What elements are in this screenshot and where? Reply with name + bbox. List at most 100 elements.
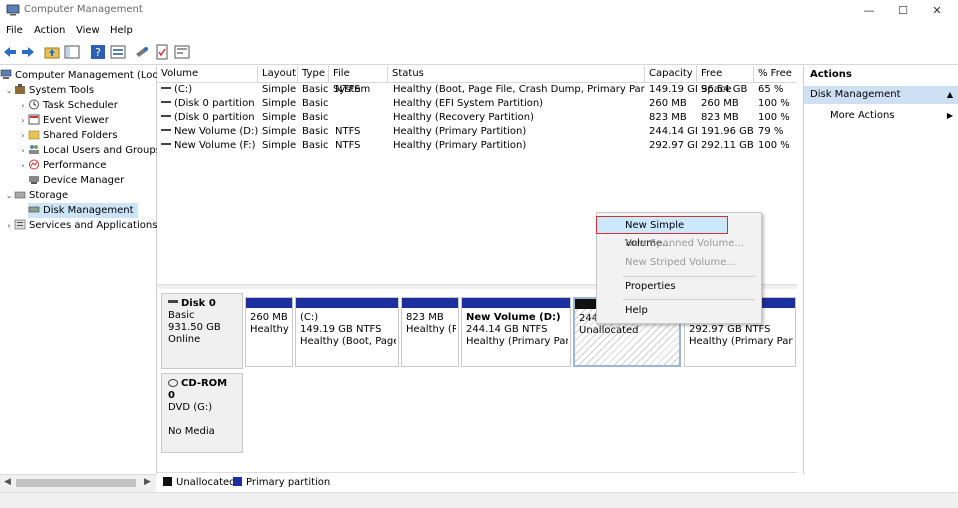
menu-item-new-striped-volume[interactable]: New Striped Volume...: [597, 254, 761, 272]
cell-layout: Simple: [262, 84, 297, 95]
cell-free-space: 260 MB: [701, 98, 739, 109]
column-header-percent-free[interactable]: % Free: [754, 66, 797, 82]
table-row[interactable]: (C:) Simple Basic NTFS Healthy (Boot, Pa…: [157, 83, 797, 97]
partition-line: Healthy: [250, 324, 289, 335]
cell-file-system: NTFS: [335, 140, 361, 151]
tree-label: Storage: [29, 190, 69, 201]
table-row[interactable]: New Volume (F:) Simple Basic NTFS Health…: [157, 139, 797, 153]
minimize-button[interactable]: —: [852, 0, 886, 22]
cell-status: Healthy (Primary Partition): [393, 126, 527, 137]
column-header-layout[interactable]: Layout: [258, 66, 298, 82]
show-hide-tree-icon[interactable]: [64, 44, 80, 60]
column-header-free-space[interactable]: Free Space: [697, 66, 754, 95]
cell-volume: (Disk 0 partition 1): [161, 97, 258, 111]
tree-item-device-manager[interactable]: Device Manager: [28, 173, 124, 188]
tree-label: Disk Management: [43, 205, 134, 216]
tree-item-services[interactable]: › Services and Applications: [4, 218, 157, 233]
partition-recovery[interactable]: 823 MB Healthy (R: [401, 297, 459, 367]
cell-free-space: 191.96 GB: [701, 126, 754, 137]
cell-capacity: 244.14 GB: [649, 126, 697, 137]
scroll-right-icon[interactable]: ▶: [144, 477, 151, 487]
cell-percent-free: 100 %: [758, 112, 790, 123]
table-row[interactable]: (Disk 0 partition 4) Simple Basic Health…: [157, 111, 797, 125]
tree-item-shared-folders[interactable]: › Shared Folders: [18, 128, 117, 143]
volume-icon: [161, 87, 171, 89]
cdrom-title: CD-ROM 0: [168, 378, 236, 402]
chevron-down-icon[interactable]: ⌄: [4, 188, 14, 203]
help-icon[interactable]: ?: [90, 44, 106, 60]
primary-swatch: [233, 477, 242, 486]
chevron-down-icon[interactable]: ⌄: [4, 83, 14, 98]
actions-section-disk-management[interactable]: Disk Management ▲: [804, 86, 958, 104]
scroll-left-icon[interactable]: ◀: [4, 477, 11, 487]
menu-action[interactable]: Action: [34, 25, 65, 36]
tree-item-system-tools[interactable]: ⌄ System Tools: [4, 83, 94, 98]
partition-bar: [402, 298, 458, 308]
cdrom-0-label[interactable]: CD-ROM 0 DVD (G:) No Media: [161, 373, 243, 453]
properties-icon[interactable]: [174, 44, 190, 60]
forward-arrow-icon[interactable]: [20, 44, 36, 60]
computer-management-icon: [6, 4, 20, 16]
menu-item-properties[interactable]: Properties: [597, 278, 761, 296]
cell-layout: Simple: [262, 112, 297, 123]
column-header-file-system[interactable]: File System: [329, 66, 388, 95]
tree-item-local-users[interactable]: › Local Users and Groups: [18, 143, 161, 158]
submenu-arrow-icon: ▶: [946, 111, 953, 120]
tree-label: Services and Applications: [29, 220, 158, 231]
more-actions-item[interactable]: More Actions ▶: [804, 108, 958, 124]
scroll-thumb[interactable]: [16, 479, 136, 487]
menu-view[interactable]: View: [76, 25, 100, 36]
chevron-right-icon[interactable]: ›: [18, 158, 28, 173]
tree-item-root[interactable]: Computer Management (Local: [0, 68, 167, 83]
menu-file[interactable]: File: [6, 25, 23, 36]
tree-label: Computer Management (Local: [15, 70, 167, 81]
column-header-volume[interactable]: Volume: [157, 66, 258, 82]
disk-icon: [168, 300, 178, 303]
menu-help[interactable]: Help: [110, 25, 133, 36]
clock-icon: [29, 99, 39, 110]
legend-label: Primary partition: [246, 477, 331, 488]
check-document-icon[interactable]: [154, 44, 170, 60]
event-viewer-icon: [28, 114, 40, 125]
column-header-capacity[interactable]: Capacity: [645, 66, 697, 82]
partition-line: Unallocated: [579, 325, 639, 336]
back-arrow-icon[interactable]: [2, 44, 18, 60]
column-header-type[interactable]: Type: [298, 66, 329, 82]
volume-name: (C:): [174, 84, 193, 95]
partition-text: 260 MB Healthy: [250, 312, 290, 336]
console-view-icon[interactable]: [110, 44, 126, 60]
close-button[interactable]: ✕: [920, 0, 954, 22]
legend-label: Unallocated: [176, 477, 236, 488]
collapse-up-icon[interactable]: ▲: [947, 86, 953, 104]
maximize-button[interactable]: ☐: [886, 0, 920, 22]
menu-item-new-simple-volume[interactable]: New Simple Volume...: [596, 216, 728, 249]
menu-item-new-spanned-volume[interactable]: New Spanned Volume...: [597, 235, 761, 253]
tree-item-task-scheduler[interactable]: › Task Scheduler: [18, 98, 118, 113]
connect-icon[interactable]: [134, 44, 150, 60]
chevron-right-icon[interactable]: ›: [18, 113, 28, 128]
table-row[interactable]: New Volume (D:) Simple Basic NTFS Health…: [157, 125, 797, 139]
tree-item-performance[interactable]: › Performance: [18, 158, 106, 173]
partition-efi[interactable]: 260 MB Healthy: [245, 297, 293, 367]
partition-c[interactable]: (C:) 149.19 GB NTFS Healthy (Boot, Page …: [295, 297, 399, 367]
up-folder-icon[interactable]: [44, 44, 60, 60]
chevron-right-icon[interactable]: ›: [18, 143, 28, 158]
chevron-right-icon[interactable]: ›: [4, 218, 14, 233]
tools-icon: [15, 84, 25, 94]
chevron-right-icon[interactable]: ›: [18, 98, 28, 113]
cell-type: Basic: [302, 140, 329, 151]
column-header-status[interactable]: Status: [388, 66, 645, 82]
menu-item-help[interactable]: Help: [597, 302, 761, 320]
tree-horizontal-scrollbar[interactable]: ◀ ▶: [0, 474, 156, 492]
table-row[interactable]: (Disk 0 partition 1) Simple Basic Health…: [157, 97, 797, 111]
tree-item-event-viewer[interactable]: › Event Viewer: [18, 113, 109, 128]
tree-item-disk-management[interactable]: Disk Management: [28, 203, 138, 218]
cell-layout: Simple: [262, 126, 297, 137]
cell-percent-free: 65 %: [758, 84, 784, 95]
disk-0-label[interactable]: Disk 0 Basic 931.50 GB Online: [161, 293, 243, 369]
cell-capacity: 149.19 GB: [649, 84, 697, 95]
tree-item-storage[interactable]: ⌄ Storage: [4, 188, 69, 203]
partition-d[interactable]: New Volume (D:) 244.14 GB NTFS Healthy (…: [461, 297, 571, 367]
cell-type: Basic: [302, 84, 329, 95]
chevron-right-icon[interactable]: ›: [18, 128, 28, 143]
